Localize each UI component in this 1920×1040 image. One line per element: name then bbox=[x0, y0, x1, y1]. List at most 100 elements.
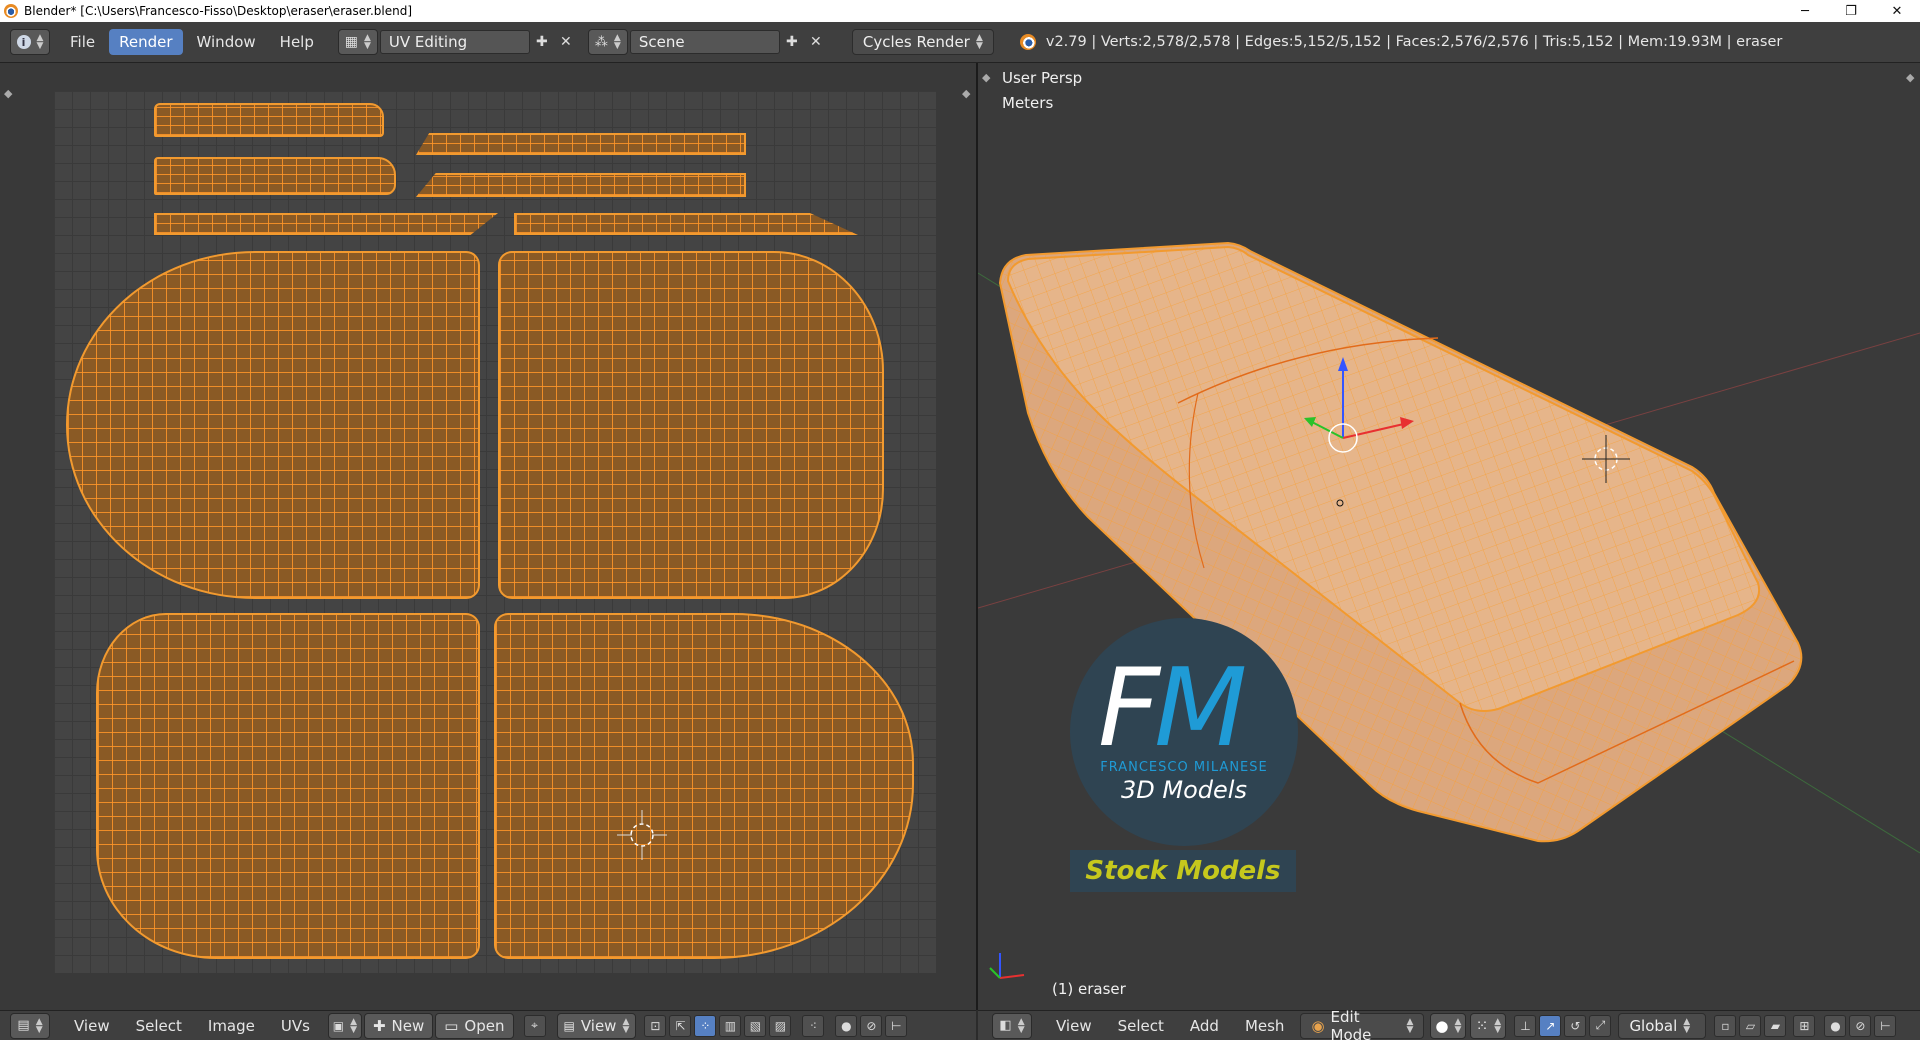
uv-2d-cursor-icon bbox=[617, 810, 667, 860]
watermark-logo: FM FRANCESCO MILANESE 3D Models Stock Mo… bbox=[1070, 618, 1300, 892]
scene-browse-button[interactable]: ⁂ ▲ ▼ bbox=[587, 29, 628, 55]
region-toggle-icon[interactable]: ◆ bbox=[4, 88, 14, 99]
uv-island-top-left[interactable] bbox=[66, 251, 480, 599]
chevron-updown-icon: ▲ ▼ bbox=[975, 33, 983, 51]
close-button[interactable]: ✕ bbox=[1874, 0, 1920, 22]
uv-island-strip[interactable] bbox=[154, 157, 396, 195]
snap-icon[interactable]: ⊘ bbox=[860, 1014, 883, 1037]
sync-selection-icon[interactable]: ⇱ bbox=[669, 1014, 692, 1037]
scene-field[interactable]: Scene bbox=[629, 30, 780, 54]
viewport-menu-add[interactable]: Add bbox=[1180, 1013, 1229, 1039]
proportional-edit-icon[interactable]: ● bbox=[1824, 1014, 1847, 1037]
screen-layout-field[interactable]: UV Editing bbox=[379, 30, 530, 54]
blender-logo-icon bbox=[1019, 34, 1036, 50]
menu-help[interactable]: Help bbox=[270, 29, 324, 55]
render-engine-dropdown[interactable]: Cycles Render ▲ ▼ bbox=[851, 29, 994, 55]
editor-type-selector[interactable]: ◧ ▲ ▼ bbox=[992, 1012, 1032, 1039]
image-browse-button[interactable]: ▣ ▲ ▼ bbox=[327, 1012, 362, 1039]
uv-editor-header: ▤ ▲ ▼ View Select Image UVs ▣ ▲ ▼ ✚ New ▭ … bbox=[0, 1010, 976, 1040]
chevron-updown-icon: ▲ ▼ bbox=[1406, 1016, 1414, 1035]
chevron-updown-icon: ▲ ▼ bbox=[1494, 1016, 1502, 1035]
rotate-manipulator-icon[interactable]: ↺ bbox=[1564, 1014, 1587, 1037]
menu-file[interactable]: File bbox=[60, 29, 105, 55]
edit-mode-icon: ◉ bbox=[1311, 1016, 1325, 1035]
new-image-button[interactable]: ✚ New bbox=[363, 1012, 434, 1039]
uv-island-top-right[interactable] bbox=[498, 251, 884, 599]
edge-select-mode-icon[interactable]: ▱ bbox=[1739, 1014, 1762, 1037]
active-object-label: (1) eraser bbox=[1052, 980, 1126, 998]
info-icon: i bbox=[16, 35, 31, 49]
info-header: i ▲ ▼ File Render Window Help ▦ ▲ ▼ UV Edi… bbox=[0, 22, 1920, 63]
manipulator-toggle-icon[interactable]: ⊥ bbox=[1514, 1014, 1537, 1037]
logo-badge: FM FRANCESCO MILANESE 3D Models bbox=[1070, 618, 1298, 846]
uv-island-bottom-right[interactable] bbox=[494, 613, 914, 959]
pivot-point-dropdown[interactable]: ⁙ ▲ ▼ bbox=[1470, 1012, 1507, 1039]
remove-screen-x-icon[interactable]: ✕ bbox=[554, 30, 578, 54]
open-image-button[interactable]: ▭ Open bbox=[435, 1012, 514, 1039]
remove-scene-x-icon[interactable]: ✕ bbox=[804, 30, 828, 54]
view-mode-dropdown[interactable]: ▤ View ▲ ▼ bbox=[556, 1012, 637, 1039]
scene-statistics: v2.79 | Verts:2,578/2,578 | Edges:5,152/… bbox=[1045, 34, 1783, 50]
face-select-mode-icon[interactable]: ▰ bbox=[1764, 1014, 1787, 1037]
occlude-geometry-icon[interactable]: ⊞ bbox=[1793, 1014, 1816, 1037]
add-scene-plus-icon[interactable]: ✚ bbox=[780, 30, 804, 54]
transform-orientation-dropdown[interactable]: Global ▲ ▼ bbox=[1618, 1012, 1707, 1039]
new-image-label: New bbox=[391, 1016, 425, 1035]
uv-island-strip[interactable] bbox=[416, 133, 746, 155]
menu-render[interactable]: Render bbox=[109, 29, 183, 55]
chevron-updown-icon: ▲ ▼ bbox=[1683, 1016, 1691, 1035]
uv-menu-select[interactable]: Select bbox=[126, 1013, 192, 1039]
vertex-select-mode-icon[interactable]: ▫ bbox=[1714, 1014, 1737, 1037]
vertex-select-icon[interactable]: ⁘ bbox=[694, 1014, 717, 1037]
scale-manipulator-icon[interactable]: ⤢ bbox=[1589, 1014, 1612, 1037]
uv-menu-uvs[interactable]: UVs bbox=[271, 1013, 320, 1039]
face-select-icon[interactable]: ▧ bbox=[744, 1014, 767, 1037]
uv-island-strip[interactable] bbox=[514, 213, 858, 235]
screen-layout-browse-button[interactable]: ▦ ▲ ▼ bbox=[337, 29, 378, 55]
uv-island-strip[interactable] bbox=[154, 103, 384, 137]
chevron-updown-icon: ▲ ▼ bbox=[364, 33, 371, 51]
uv-image-editor[interactable]: ◆ ◆ bbox=[0, 63, 976, 1010]
interaction-mode-dropdown[interactable]: ◉ Edit Mode ▲ ▼ bbox=[1300, 1008, 1425, 1040]
uv-island-strip[interactable] bbox=[416, 173, 746, 197]
title-bar: Blender* [C:\Users\Francesco-Fisso\Deskt… bbox=[0, 0, 1920, 23]
uv-island-bottom-left[interactable] bbox=[96, 613, 480, 959]
uv-grid-canvas[interactable] bbox=[54, 91, 936, 973]
image-icon: ▣ bbox=[332, 1018, 345, 1033]
viewport-menu-mesh[interactable]: Mesh bbox=[1235, 1013, 1295, 1039]
region-toggle-icon[interactable]: ◆ bbox=[962, 88, 972, 99]
viewport-header: ◧ ▲ ▼ View Select Add Mesh ◉ Edit Mode ▲ ▼… bbox=[978, 1008, 1920, 1040]
viewport-menu-view[interactable]: View bbox=[1046, 1013, 1102, 1039]
view-mode-label: View bbox=[580, 1016, 617, 1035]
minimize-button[interactable]: ─ bbox=[1782, 0, 1828, 22]
editor-type-selector[interactable]: ▤ ▲ ▼ bbox=[10, 1012, 50, 1039]
island-select-icon[interactable]: ▨ bbox=[769, 1014, 792, 1037]
chevron-updown-icon: ▲ ▼ bbox=[622, 1016, 630, 1035]
pivot-icon[interactable]: ⊡ bbox=[644, 1014, 667, 1037]
interaction-mode-label: Edit Mode bbox=[1330, 1007, 1372, 1040]
window-title: Blender* [C:\Users\Francesco-Fisso\Deskt… bbox=[24, 4, 412, 18]
viewport-menu-select[interactable]: Select bbox=[1108, 1013, 1174, 1039]
restore-button[interactable]: ❐ bbox=[1828, 0, 1874, 22]
snap-target-icon[interactable]: ⊢ bbox=[885, 1014, 908, 1037]
uv-menu-view[interactable]: View bbox=[64, 1013, 120, 1039]
blender-window: Blender* [C:\Users\Francesco-Fisso\Deskt… bbox=[0, 0, 1920, 1040]
viewport-shading-dropdown[interactable]: ● ▲ ▼ bbox=[1430, 1012, 1467, 1039]
edge-select-icon[interactable]: ▥ bbox=[719, 1014, 742, 1037]
solid-shading-icon: ● bbox=[1435, 1016, 1449, 1035]
image-editor-icon: ▤ bbox=[17, 1018, 30, 1033]
translate-manipulator-icon[interactable]: ↗ bbox=[1539, 1014, 1562, 1037]
menu-window[interactable]: Window bbox=[187, 29, 266, 55]
transform-orientation-label: Global bbox=[1629, 1016, 1678, 1035]
view-icon: ▤ bbox=[563, 1018, 575, 1033]
sticky-selection-icon[interactable]: ⁖ bbox=[802, 1014, 825, 1037]
proportional-edit-icon[interactable]: ● bbox=[835, 1014, 858, 1037]
editor-type-selector[interactable]: i ▲ ▼ bbox=[10, 29, 50, 55]
snap-target-icon[interactable]: ⊢ bbox=[1874, 1014, 1897, 1037]
blender-logo-icon bbox=[4, 4, 18, 18]
pin-icon[interactable]: ⌖ bbox=[523, 1014, 546, 1037]
add-screen-plus-icon[interactable]: ✚ bbox=[530, 30, 554, 54]
uv-menu-image[interactable]: Image bbox=[198, 1013, 265, 1039]
uv-island-strip[interactable] bbox=[154, 213, 498, 235]
snap-icon[interactable]: ⊘ bbox=[1849, 1014, 1872, 1037]
